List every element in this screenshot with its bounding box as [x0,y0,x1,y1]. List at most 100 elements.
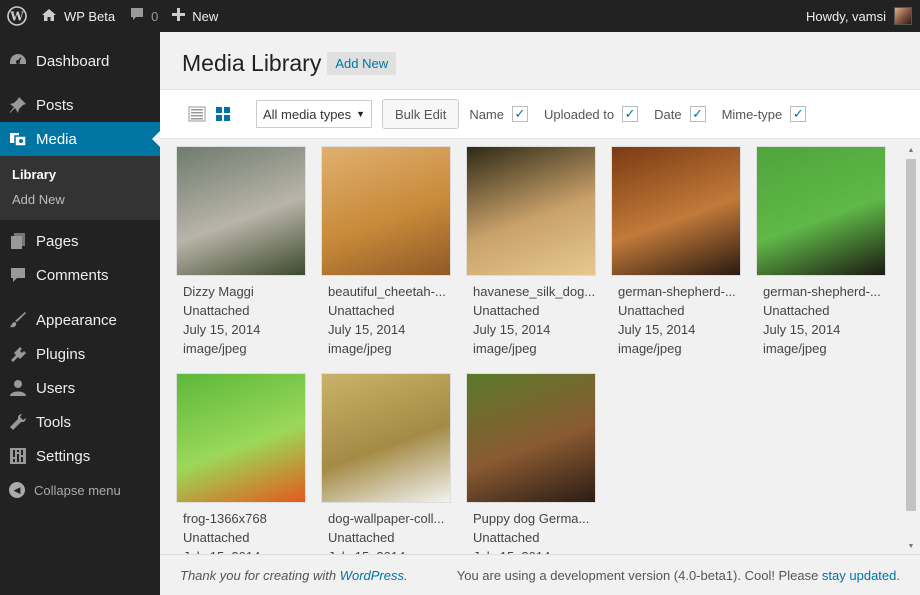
media-submenu: Library Add New [0,156,160,220]
footer-thanks-end: . [404,567,408,583]
media-thumbnail[interactable] [321,373,451,503]
site-name-link[interactable]: WP Beta [34,0,122,32]
submenu-item-library[interactable]: Library [0,162,160,187]
media-thumbnail[interactable] [321,146,451,276]
stay-updated-link[interactable]: stay updated [822,568,896,583]
column-uploaded-checkbox[interactable]: ✓ [622,106,639,122]
footer-version-text: You are using a development version (4.0… [456,567,822,583]
sidebar-item-media[interactable]: Media [0,122,160,156]
collapse-arrow-icon: ◀ [9,482,25,498]
avatar [894,7,912,25]
list-view-icon[interactable] [188,105,206,123]
media-item[interactable]: german-shepherd-... Unattached July 15, … [611,146,741,358]
media-uploaded-to: Unattached [328,303,395,318]
media-name: dog-wallpaper-coll... [328,511,445,526]
sidebar-item-label: Posts [36,96,74,114]
media-name: frog-1366x768 [183,511,267,526]
greeting: Howdy, vamsi [806,8,886,24]
media-thumbnail[interactable] [611,146,741,276]
footer-version: You are using a development version (4.0… [457,568,900,583]
media-mime-type: image/jpeg [473,341,537,356]
footer: Thank you for creating with WordPress. Y… [160,554,920,595]
sidebar-item-plugins[interactable]: Plugins [0,337,160,371]
media-item[interactable]: Dizzy Maggi Unattached July 15, 2014 ima… [176,146,306,358]
sidebar-item-label: Tools [36,413,72,431]
collapse-label: Collapse menu [34,482,121,498]
media-mime-type: image/jpeg [618,341,682,356]
sidebar-item-label: Settings [36,447,91,465]
media-thumbnail[interactable] [176,373,306,503]
comments-link[interactable]: 0 [122,0,165,32]
scroll-up-icon[interactable]: ▲ [904,147,918,154]
media-uploaded-to: Unattached [328,530,395,545]
footer-thanks-text: Thank you for creating with [180,567,340,583]
svg-text:W: W [9,10,24,24]
sidebar-item-tools[interactable]: Tools [0,405,160,439]
media-item[interactable]: Puppy dog Germa... Unattached July 15, 2… [466,373,596,555]
media-date: July 15, 2014 [763,322,841,337]
wrench-icon [8,412,28,432]
account-menu[interactable]: Howdy, vamsi [799,0,920,32]
sidebar-item-comments[interactable]: Comments [0,258,160,292]
media-name: beautiful_cheetah-... [328,284,446,299]
media-item[interactable]: dog-wallpaper-coll... Unattached July 15… [321,373,451,555]
comments-count: 0 [151,8,159,24]
media-grid: Dizzy Maggi Unattached July 15, 2014 ima… [174,146,902,555]
title-row: Media Library Add New [182,50,397,77]
comment-icon [8,265,28,285]
column-mime-checkbox[interactable]: ✓ [790,106,807,122]
media-mime-type: image/jpeg [328,341,392,356]
sidebar-item-pages[interactable]: Pages [0,224,160,258]
sidebar-item-users[interactable]: Users [0,371,160,405]
column-name-checkbox[interactable]: ✓ [512,106,528,122]
pages-icon [8,231,28,251]
collapse-menu-button[interactable]: ◀ Collapse menu [0,473,160,507]
sidebar-item-label: Users [36,379,76,397]
new-content-link[interactable]: New [165,0,225,32]
media-icon [8,129,28,149]
bulk-edit-button[interactable]: Bulk Edit [382,99,460,129]
media-toolbar: All media types ▼ Bulk Edit Name ✓ Uploa… [160,89,920,139]
sidebar-item-appearance[interactable]: Appearance [0,303,160,337]
media-item[interactable]: frog-1366x768 Unattached July 15, 2014 i… [176,373,306,555]
admin-sidebar: Dashboard Posts Media Library Add New Pa… [0,32,160,595]
media-date: July 15, 2014 [183,322,261,337]
media-uploaded-to: Unattached [473,530,540,545]
scroll-thumb[interactable] [906,159,916,511]
media-date: July 15, 2014 [618,322,696,337]
media-thumbnail[interactable] [756,146,886,276]
add-new-button[interactable]: Add New [327,52,397,75]
grid-scrollbar[interactable]: ▲ ▼ [904,147,918,550]
media-uploaded-to: Unattached [183,530,250,545]
column-date-checkbox[interactable]: ✓ [689,106,706,122]
media-uploaded-to: Unattached [473,303,540,318]
footer-thanks: Thank you for creating with WordPress. [180,568,408,583]
media-mime-type: image/jpeg [763,341,827,356]
sidebar-item-dashboard[interactable]: Dashboard [0,44,160,78]
media-thumbnail[interactable] [466,373,596,503]
submenu-item-add-new[interactable]: Add New [0,187,160,212]
sidebar-item-label: Dashboard [36,52,110,70]
sidebar-item-posts[interactable]: Posts [0,88,160,122]
brush-icon [8,310,28,330]
media-date: July 15, 2014 [328,322,406,337]
media-item[interactable]: beautiful_cheetah-... Unattached July 15… [321,146,451,358]
dropdown-arrow-icon: ▼ [356,109,365,119]
scroll-down-icon[interactable]: ▼ [904,543,918,550]
site-name: WP Beta [64,8,116,24]
wordpress-logo-icon[interactable]: W [0,0,34,32]
media-name: german-shepherd-... [763,284,881,299]
main-content: Media Library Add New All media types ▼ … [160,32,920,595]
sidebar-item-settings[interactable]: Settings [0,439,160,473]
media-item[interactable]: havanese_silk_dog... Unattached July 15,… [466,146,596,358]
media-name: german-shepherd-... [618,284,736,299]
media-item[interactable]: german-shepherd-... Unattached July 15, … [756,146,886,358]
grid-view-icon[interactable] [214,105,232,123]
plus-icon [172,8,186,24]
wordpress-link[interactable]: WordPress [340,568,404,583]
media-type-filter[interactable]: All media types ▼ [256,100,372,128]
media-thumbnail[interactable] [466,146,596,276]
media-thumbnail[interactable] [176,146,306,276]
sidebar-item-label: Appearance [36,311,117,329]
home-icon [41,8,57,25]
